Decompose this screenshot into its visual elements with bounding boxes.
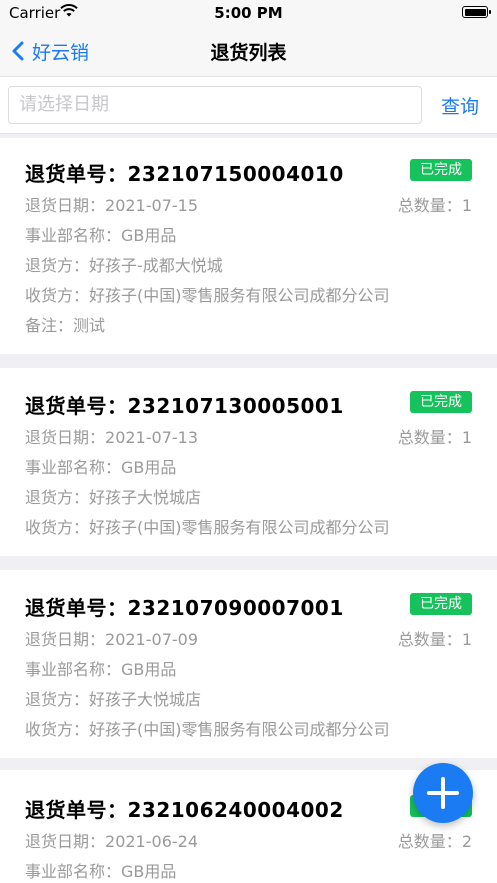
department-name: 事业部名称：GB用品 — [25, 226, 177, 245]
receiver: 收货方：好孩子(中国)零售服务有限公司成都分公司 — [25, 286, 390, 305]
add-return-button[interactable] — [413, 763, 473, 823]
list-item[interactable]: 退货单号：232107130005001 已完成 退货日期：2021-07-13… — [0, 368, 497, 556]
search-bar: 请选择日期 查询 — [0, 76, 497, 134]
navigation-bar: 好云销 退货列表 — [0, 26, 497, 76]
battery-icon — [462, 6, 491, 18]
order-date: 退货日期：2021-07-15 — [25, 196, 198, 215]
order-number: 退货单号：232107150004010 — [25, 162, 344, 186]
date-picker-input[interactable]: 请选择日期 — [8, 86, 422, 124]
returner: 退货方：好孩子-成都大悦城 — [25, 256, 223, 275]
list-item[interactable]: 退货单号：232107150004010 已完成 退货日期：2021-07-15… — [0, 138, 497, 354]
order-number: 退货单号：232106240004002 — [25, 798, 344, 822]
status-badge: 已完成 — [410, 593, 472, 615]
receiver: 收货方：好孩子(中国)零售服务有限公司成都分公司 — [25, 518, 390, 537]
total-quantity: 总数量：1 — [397, 428, 472, 447]
returner: 退货方：好孩子大悦城店 — [25, 488, 202, 507]
order-date: 退货日期：2021-06-24 — [25, 832, 198, 851]
list-item[interactable]: 退货单号：232107090007001 已完成 退货日期：2021-07-09… — [0, 570, 497, 758]
status-badge: 已完成 — [410, 159, 472, 181]
status-bar: Carrier 5:00 PM — [0, 0, 497, 26]
plus-icon — [427, 777, 459, 809]
receiver: 收货方：好孩子(中国)零售服务有限公司成都分公司 — [25, 720, 390, 739]
status-badge: 已完成 — [410, 391, 472, 413]
remark: 备注：测试 — [25, 316, 106, 335]
order-number: 退货单号：232107090007001 — [25, 596, 344, 620]
department-name: 事业部名称：GB用品 — [25, 862, 177, 881]
total-quantity: 总数量：1 — [397, 196, 472, 215]
department-name: 事业部名称：GB用品 — [25, 660, 177, 679]
page-title: 退货列表 — [210, 42, 287, 64]
order-date: 退货日期：2021-07-09 — [25, 630, 198, 649]
total-quantity: 总数量：2 — [397, 832, 472, 851]
total-quantity: 总数量：1 — [397, 630, 472, 649]
clock: 5:00 PM — [214, 4, 283, 22]
department-name: 事业部名称：GB用品 — [25, 458, 177, 477]
search-button[interactable]: 查询 — [441, 92, 479, 119]
returner: 退货方：好孩子大悦城店 — [25, 690, 202, 709]
order-date: 退货日期：2021-07-13 — [25, 428, 198, 447]
order-number: 退货单号：232107130005001 — [25, 394, 344, 418]
